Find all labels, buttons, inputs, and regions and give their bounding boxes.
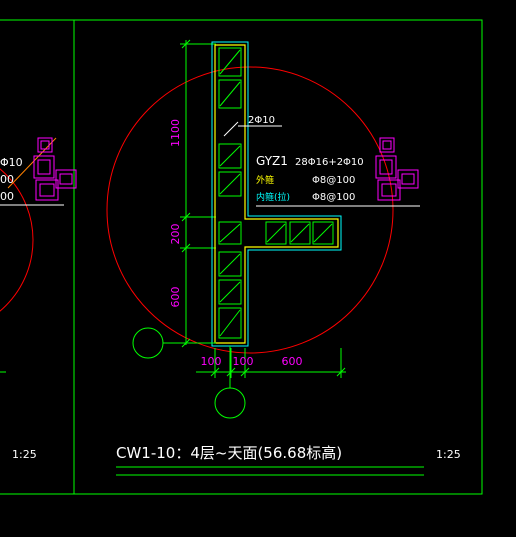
vertical-dimension-line bbox=[180, 39, 216, 348]
axis-bubble-bottom bbox=[214, 387, 246, 419]
left-label-3: 00 bbox=[0, 190, 14, 203]
drawing-title: CW1-10：4层~天面(56.68标高) bbox=[116, 444, 342, 462]
stirrup-label: 外箍 bbox=[256, 174, 274, 186]
left-scale-label: 1:25 bbox=[12, 448, 37, 461]
dim-horizontal-100a: 100 bbox=[201, 355, 222, 368]
dim-vertical-600: 600 bbox=[169, 287, 182, 308]
scale-label: 1:25 bbox=[436, 448, 461, 461]
dim-horizontal-100b: 100 bbox=[233, 355, 254, 368]
dim-vertical-200: 200 bbox=[169, 224, 182, 245]
detail-circle bbox=[106, 66, 394, 354]
right-rebar-symbol bbox=[375, 137, 419, 201]
section-id: GYZ1 bbox=[256, 154, 288, 168]
main-panel-frame bbox=[73, 19, 483, 495]
drawing-canvas: Φ10 00 00 1:25 1100 200 600 2Φ10 GYZ1 28… bbox=[0, 19, 483, 495]
dim-horizontal-600: 600 bbox=[282, 355, 303, 368]
left-panel-frame bbox=[0, 19, 75, 495]
callout-hatch-box bbox=[223, 121, 239, 137]
axis-bubble-left bbox=[132, 327, 164, 359]
callout-rebar-label: 2Φ10 bbox=[248, 115, 275, 126]
stirrup-value: Φ8@100 bbox=[312, 175, 355, 186]
main-rebar: 28Φ16+2Φ10 bbox=[295, 157, 364, 168]
tie-value: Φ8@100 bbox=[312, 192, 355, 203]
left-label-2: 00 bbox=[0, 173, 14, 186]
dim-vertical-1100: 1100 bbox=[169, 119, 182, 147]
left-rebar-symbol bbox=[33, 137, 77, 201]
tie-label: 内箍(拉) bbox=[256, 191, 290, 203]
left-label-1: Φ10 bbox=[0, 156, 23, 169]
